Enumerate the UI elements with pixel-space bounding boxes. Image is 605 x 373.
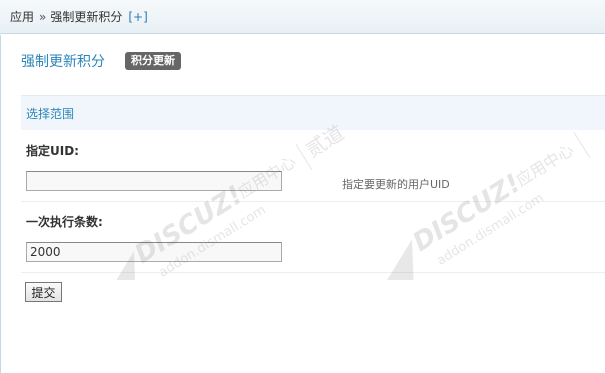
row-divider xyxy=(21,201,605,202)
watermark-cn: 应用中心 xyxy=(513,140,577,190)
title-row: 强制更新积分 积分更新 xyxy=(21,51,181,71)
title-badge[interactable]: 积分更新 xyxy=(125,52,181,70)
breadcrumb-toggle[interactable]: [+] xyxy=(128,10,147,24)
uid-hint: 指定要更新的用户UID xyxy=(342,178,450,191)
watermark-url: addon.dismall.com xyxy=(434,191,546,269)
breadcrumb-separator: » xyxy=(39,9,47,24)
submit-button[interactable]: 提交 xyxy=(25,282,62,302)
breadcrumb: 应用 » 强制更新积分 [+] xyxy=(0,0,605,34)
page-title: 强制更新积分 xyxy=(21,54,105,70)
app-root: 应用 » 强制更新积分 [+] 强制更新积分 积分更新 选择范围 指定UID: … xyxy=(0,0,605,373)
section-title: 选择范围 xyxy=(26,106,75,121)
batch-input[interactable] xyxy=(26,242,282,262)
uid-label: 指定UID: xyxy=(26,144,79,158)
batch-label: 一次执行条数: xyxy=(26,215,103,229)
uid-input[interactable] xyxy=(26,171,282,191)
watermark-logo-icon xyxy=(382,239,414,280)
row-divider xyxy=(21,272,605,273)
breadcrumb-current: 强制更新积分 xyxy=(50,10,123,24)
left-border xyxy=(0,35,1,373)
section-header: 选择范围 xyxy=(21,95,605,130)
breadcrumb-root[interactable]: 应用 xyxy=(10,8,34,25)
